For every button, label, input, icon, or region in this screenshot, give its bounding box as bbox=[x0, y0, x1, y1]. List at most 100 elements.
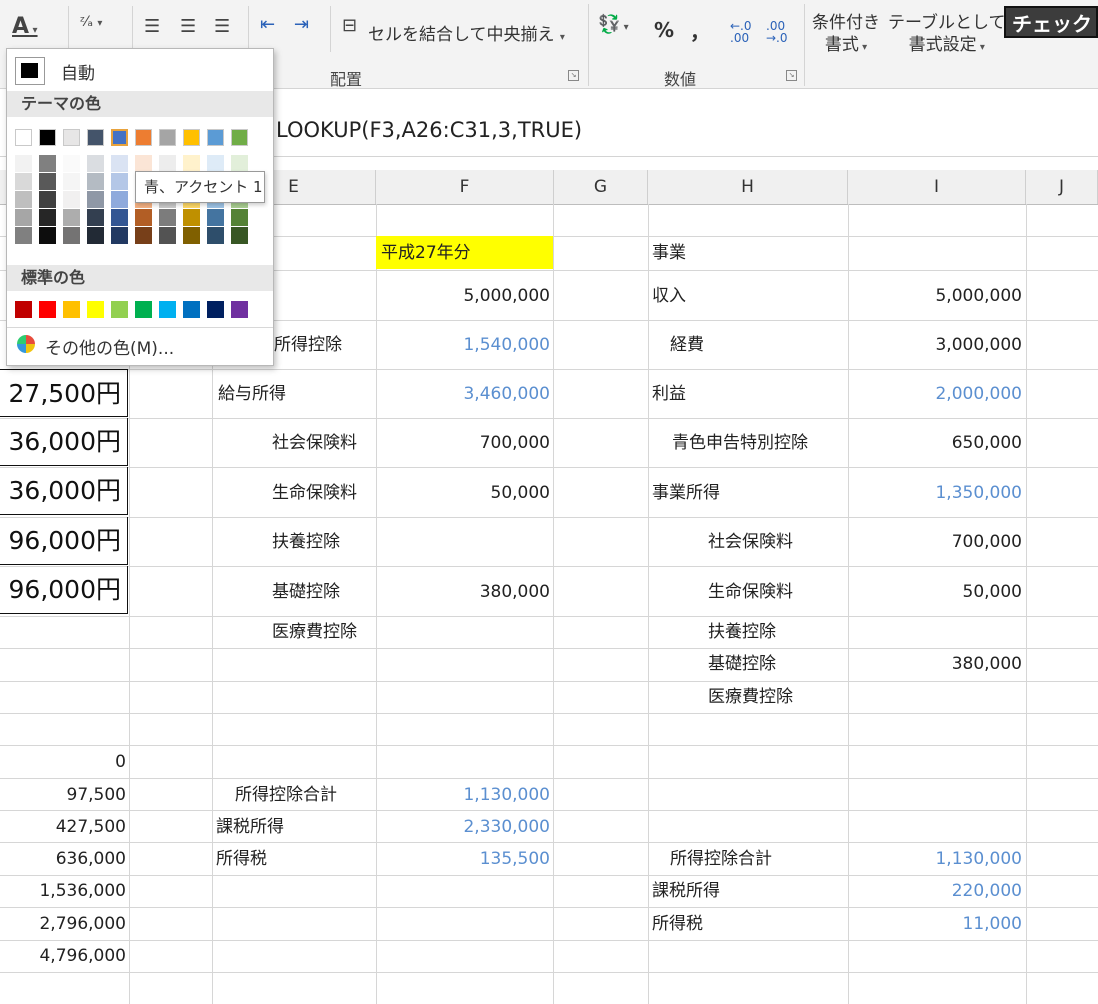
theme-shade-swatch[interactable] bbox=[111, 209, 128, 226]
left-number-cell[interactable]: 427,500 bbox=[0, 817, 126, 837]
total-deduction-value-cell[interactable]: 1,130,000 bbox=[848, 849, 1022, 869]
basic-deduction-label-cell[interactable]: 基礎控除 bbox=[272, 582, 340, 602]
medical-deduction-label-cell[interactable]: 医療費控除 bbox=[272, 622, 357, 642]
salary-income-label-cell[interactable]: 給与所得 bbox=[218, 384, 286, 404]
taxable-income-value-cell[interactable]: 2,330,000 bbox=[376, 817, 550, 837]
theme-color-swatch[interactable] bbox=[159, 129, 176, 146]
standard-color-swatch[interactable] bbox=[39, 301, 56, 318]
column-header-g[interactable]: G bbox=[554, 170, 648, 204]
business-label-cell[interactable]: 事業 bbox=[652, 243, 686, 263]
decrease-decimal-button[interactable]: ←.0 .00 bbox=[730, 20, 760, 44]
social-insurance-value-cell[interactable]: 700,000 bbox=[376, 433, 550, 453]
theme-shade-swatch[interactable] bbox=[63, 227, 80, 244]
theme-shade-swatch[interactable] bbox=[111, 227, 128, 244]
theme-shade-swatch[interactable] bbox=[135, 155, 152, 172]
yen-cell[interactable]: 27,500円 bbox=[0, 369, 128, 417]
theme-shade-swatch[interactable] bbox=[231, 155, 248, 172]
medical-deduction-label-cell[interactable]: 医療費控除 bbox=[708, 687, 793, 707]
social-insurance-label-cell[interactable]: 社会保険料 bbox=[272, 433, 357, 453]
standard-color-swatch[interactable] bbox=[87, 301, 104, 318]
theme-color-swatch[interactable] bbox=[207, 129, 224, 146]
align-center-icon[interactable]: ☰ bbox=[180, 16, 196, 37]
theme-color-swatch[interactable] bbox=[135, 129, 152, 146]
standard-color-swatch[interactable] bbox=[231, 301, 248, 318]
theme-shade-swatch[interactable] bbox=[135, 209, 152, 226]
income-tax-value-cell[interactable]: 135,500 bbox=[376, 849, 550, 869]
basic-deduction-value-cell[interactable]: 380,000 bbox=[848, 654, 1022, 674]
increase-decimal-button[interactable]: .00 →.0 bbox=[766, 20, 796, 44]
theme-shade-swatch[interactable] bbox=[111, 173, 128, 190]
theme-color-swatch[interactable] bbox=[111, 129, 128, 146]
auto-color-option[interactable]: 自動 bbox=[61, 59, 95, 84]
theme-shade-swatch[interactable] bbox=[207, 155, 224, 172]
yen-cell[interactable]: 36,000円 bbox=[0, 418, 128, 466]
year-label-cell[interactable]: 平成27年分 bbox=[381, 243, 471, 263]
life-insurance-label-cell[interactable]: 生命保険料 bbox=[272, 483, 357, 503]
expense-label-cell[interactable]: 経費 bbox=[670, 335, 704, 355]
income-value-cell[interactable]: 5,000,000 bbox=[376, 286, 550, 306]
income-tax-label-cell[interactable]: 所得税 bbox=[652, 914, 703, 934]
deduction-label-cell[interactable]: 所得控除 bbox=[274, 335, 342, 355]
left-number-cell[interactable]: 1,536,000 bbox=[0, 881, 126, 901]
theme-color-swatch[interactable] bbox=[63, 129, 80, 146]
dependent-deduction-label-cell[interactable]: 扶養控除 bbox=[708, 622, 776, 642]
theme-shade-swatch[interactable] bbox=[159, 209, 176, 226]
text-direction-icon[interactable]: ᶻ⁄ₐ ▾ bbox=[80, 14, 102, 30]
dependent-deduction-label-cell[interactable]: 扶養控除 bbox=[272, 532, 340, 552]
standard-color-swatch[interactable] bbox=[111, 301, 128, 318]
salary-income-value-cell[interactable]: 3,460,000 bbox=[376, 384, 550, 404]
theme-shade-swatch[interactable] bbox=[39, 209, 56, 226]
income-tax-value-cell[interactable]: 11,000 bbox=[848, 914, 1022, 934]
expense-value-cell[interactable]: 3,000,000 bbox=[848, 335, 1022, 355]
percent-style-button[interactable]: % bbox=[654, 18, 674, 42]
theme-shade-swatch[interactable] bbox=[15, 209, 32, 226]
theme-shade-swatch[interactable] bbox=[183, 209, 200, 226]
formula-text[interactable]: LOOKUP(F3,A26:C31,3,TRUE) bbox=[276, 118, 582, 142]
theme-color-swatch[interactable] bbox=[15, 129, 32, 146]
left-number-cell[interactable]: 2,796,000 bbox=[0, 914, 126, 934]
basic-deduction-value-cell[interactable]: 380,000 bbox=[376, 582, 550, 602]
profit-value-cell[interactable]: 2,000,000 bbox=[848, 384, 1022, 404]
theme-shade-swatch[interactable] bbox=[111, 191, 128, 208]
theme-shade-swatch[interactable] bbox=[63, 191, 80, 208]
taxable-income-label-cell[interactable]: 課税所得 bbox=[652, 881, 720, 901]
theme-shade-swatch[interactable] bbox=[39, 227, 56, 244]
theme-shade-swatch[interactable] bbox=[159, 155, 176, 172]
theme-shade-swatch[interactable] bbox=[231, 209, 248, 226]
theme-shade-swatch[interactable] bbox=[15, 173, 32, 190]
decrease-indent-icon[interactable]: ⇤ bbox=[260, 14, 275, 35]
theme-shade-swatch[interactable] bbox=[231, 227, 248, 244]
conditional-formatting-button[interactable]: 条件付き 書式 ▾ bbox=[812, 12, 880, 59]
theme-shade-swatch[interactable] bbox=[39, 191, 56, 208]
theme-shade-swatch[interactable] bbox=[135, 227, 152, 244]
profit-label-cell[interactable]: 利益 bbox=[652, 384, 686, 404]
life-insurance-label-cell[interactable]: 生命保険料 bbox=[708, 582, 793, 602]
column-header-i[interactable]: I bbox=[848, 170, 1026, 204]
theme-shade-swatch[interactable] bbox=[15, 191, 32, 208]
theme-color-swatch[interactable] bbox=[87, 129, 104, 146]
align-right-icon[interactable]: ☰ bbox=[214, 16, 230, 37]
merge-center-button[interactable]: セルを結合して中央揃え ▾ bbox=[368, 20, 565, 45]
yen-cell[interactable]: 96,000円 bbox=[0, 566, 128, 614]
taxable-income-label-cell[interactable]: 課税所得 bbox=[216, 817, 284, 837]
cell-style-check[interactable]: チェック bbox=[1004, 6, 1098, 38]
theme-shade-swatch[interactable] bbox=[159, 227, 176, 244]
theme-shade-swatch[interactable] bbox=[183, 155, 200, 172]
format-as-table-button[interactable]: テーブルとして 書式設定 ▾ bbox=[888, 12, 1005, 59]
standard-color-swatch[interactable] bbox=[15, 301, 32, 318]
left-number-cell[interactable]: 0 bbox=[0, 752, 126, 772]
blue-return-deduction-value-cell[interactable]: 650,000 bbox=[848, 433, 1022, 453]
revenue-label-cell[interactable]: 収入 bbox=[652, 286, 686, 306]
standard-color-swatch[interactable] bbox=[183, 301, 200, 318]
theme-shade-swatch[interactable] bbox=[87, 227, 104, 244]
standard-color-swatch[interactable] bbox=[63, 301, 80, 318]
alignment-dialog-launcher-icon[interactable]: ↘ bbox=[568, 70, 579, 81]
theme-color-swatch[interactable] bbox=[183, 129, 200, 146]
theme-shade-swatch[interactable] bbox=[87, 209, 104, 226]
number-dialog-launcher-icon[interactable]: ↘ bbox=[786, 70, 797, 81]
revenue-value-cell[interactable]: 5,000,000 bbox=[848, 286, 1022, 306]
theme-shade-swatch[interactable] bbox=[87, 191, 104, 208]
standard-color-swatch[interactable] bbox=[135, 301, 152, 318]
theme-shade-swatch[interactable] bbox=[63, 173, 80, 190]
business-income-value-cell[interactable]: 1,350,000 bbox=[848, 483, 1022, 503]
